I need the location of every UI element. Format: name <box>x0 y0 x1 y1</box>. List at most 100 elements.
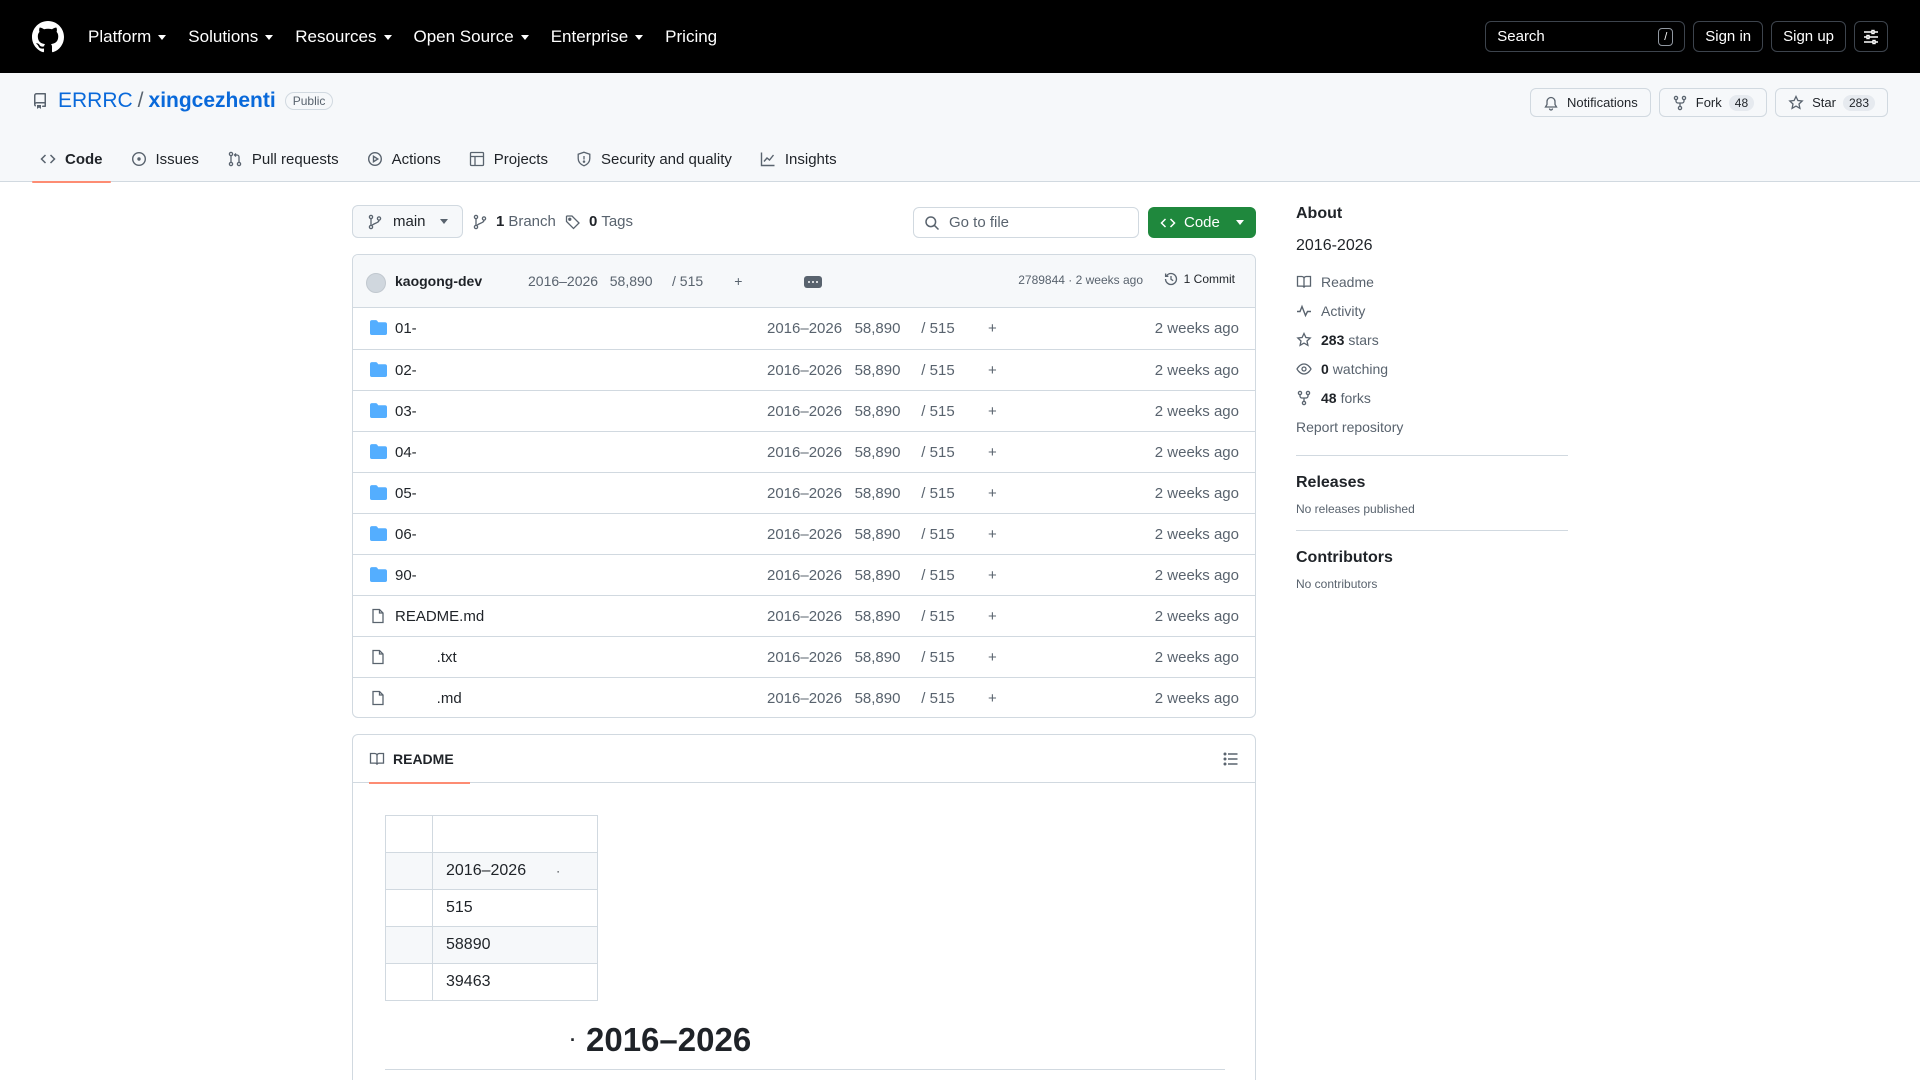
watchers-link[interactable]: 0 watching <box>1296 354 1568 383</box>
avatar[interactable] <box>366 273 386 293</box>
contributors-title[interactable]: Contributors <box>1296 549 1568 567</box>
code-dropdown-button[interactable]: Code <box>1148 207 1256 238</box>
tab-pull-requests[interactable]: Pull requests <box>219 136 347 182</box>
tab-projects[interactable]: Projects <box>461 136 556 182</box>
folder-icon <box>370 403 387 418</box>
readme-link[interactable]: Readme <box>1296 267 1568 296</box>
caret-down-icon <box>635 35 644 40</box>
ellipsis-expand-icon[interactable] <box>804 276 822 288</box>
table-row[interactable]: 04- 2016–2026 58,890 / 515 + 2 weeks ago <box>353 431 1255 472</box>
file-name-link[interactable]: 03- <box>395 403 417 420</box>
file-commit-message[interactable]: 2016–2026 58,890 / 515 + <box>767 567 997 584</box>
notifications-button[interactable]: Notifications <box>1529 88 1651 117</box>
table-row[interactable]: .md 2016–2026 58,890 / 515 + 2 weeks ago <box>353 677 1255 717</box>
folder-icon <box>370 444 387 459</box>
file-name-link[interactable]: 05- <box>395 485 417 502</box>
table-row[interactable]: 02- 2016–2026 58,890 / 515 + 2 weeks ago <box>353 349 1255 390</box>
sign-up-button[interactable]: Sign up <box>1771 21 1846 52</box>
table-row[interactable]: 03- 2016–2026 58,890 / 515 + 2 weeks ago <box>353 390 1255 431</box>
sliders-icon <box>1864 29 1878 44</box>
commit-sha-time[interactable]: 2789844 · 2 weeks ago <box>1018 273 1143 287</box>
file-commit-message[interactable]: 2016–2026 58,890 / 515 + <box>767 362 997 379</box>
table-row <box>385 815 598 853</box>
tab-insights[interactable]: Insights <box>752 136 845 182</box>
commits-history-link[interactable]: 1 Commit <box>1163 271 1235 287</box>
settings-sliders-button[interactable] <box>1854 21 1888 52</box>
report-repository-link[interactable]: Report repository <box>1296 412 1568 441</box>
search-input[interactable]: Search / <box>1485 21 1686 52</box>
file-commit-message[interactable]: 2016–2026 58,890 / 515 + <box>767 320 997 337</box>
file-commit-message[interactable]: 2016–2026 58,890 / 515 + <box>767 403 997 420</box>
forks-link[interactable]: 48 forks <box>1296 383 1568 412</box>
file-name-link[interactable]: README.md <box>395 608 484 625</box>
table-row[interactable]: .txt 2016–2026 58,890 / 515 + 2 weeks ago <box>353 636 1255 677</box>
readme-tab[interactable]: README <box>369 735 470 784</box>
eye-icon <box>1296 362 1312 375</box>
repo-name-link[interactable]: xingcezhenti <box>149 89 276 113</box>
stars-link[interactable]: 283 stars <box>1296 325 1568 354</box>
branches-link[interactable]: 1 Branch <box>472 205 556 238</box>
caret-down-icon <box>439 219 448 224</box>
file-name-link[interactable]: 02- <box>395 362 417 379</box>
table-row[interactable]: 06- 2016–2026 58,890 / 515 + 2 weeks ago <box>353 513 1255 554</box>
nav-enterprise[interactable]: Enterprise <box>550 26 644 47</box>
branch-select-button[interactable]: main <box>352 205 463 238</box>
file-name-link[interactable]: 90- <box>395 567 417 584</box>
nav-open-source[interactable]: Open Source <box>414 27 529 47</box>
table-row[interactable]: 90- 2016–2026 58,890 / 515 + 2 weeks ago <box>353 554 1255 595</box>
caret-down-icon <box>1236 220 1244 225</box>
file-commit-time: 2 weeks ago <box>1154 526 1239 543</box>
activity-link[interactable]: Activity <box>1296 296 1568 325</box>
nav-pricing[interactable]: Pricing <box>665 27 717 47</box>
search-shortcut-key: / <box>1658 27 1674 46</box>
readme-content: 2016–2026 · 515 58890 39463 · 2016–2026 <box>385 815 1225 1070</box>
history-icon <box>1164 272 1177 286</box>
table-cell <box>385 852 433 890</box>
file-name-link[interactable]: 06- <box>395 526 417 543</box>
tab-actions[interactable]: Actions <box>359 136 449 182</box>
file-commit-message[interactable]: 2016–2026 58,890 / 515 + <box>767 649 997 666</box>
file-commit-message[interactable]: 2016–2026 58,890 / 515 + <box>767 690 997 707</box>
fork-icon <box>1297 390 1311 405</box>
tab-code[interactable]: Code <box>32 136 111 183</box>
table-row[interactable]: README.md 2016–2026 58,890 / 515 + 2 weeks… <box>353 595 1255 636</box>
file-commit-message[interactable]: 2016–2026 58,890 / 515 + <box>767 608 997 625</box>
fork-button[interactable]: Fork 48 <box>1658 88 1768 117</box>
file-commit-message[interactable]: 2016–2026 58,890 / 515 + <box>767 485 997 502</box>
sign-in-button[interactable]: Sign in <box>1693 21 1764 52</box>
outline-list-icon[interactable] <box>1223 751 1239 767</box>
watching-count: 0 <box>1321 360 1329 377</box>
tab-security[interactable]: Security and quality <box>568 136 740 182</box>
star-button[interactable]: Star 283 <box>1775 88 1888 117</box>
go-to-file-input[interactable]: Go to file <box>913 207 1139 238</box>
repo-owner-link[interactable]: ERRRC <box>58 89 133 113</box>
nav-resources[interactable]: Resources <box>295 27 392 47</box>
search-icon <box>925 215 940 230</box>
nav-label: Enterprise <box>550 26 629 46</box>
commit-message-link[interactable]: 2016–2026 58,890 / 515 + <box>528 273 742 289</box>
nav-platform[interactable]: Platform <box>88 26 167 47</box>
file-commit-time: 2 weeks ago <box>1154 649 1239 666</box>
forks-count: 48 <box>1321 389 1337 406</box>
tags-link[interactable]: 0 Tags <box>565 205 633 238</box>
tab-label: Security and quality <box>600 150 732 168</box>
file-commit-message[interactable]: 2016–2026 58,890 / 515 + <box>767 526 997 543</box>
table-cell <box>385 963 433 1001</box>
commit-author-link[interactable]: kaogong-dev <box>395 273 482 289</box>
file-name-link[interactable]: .md <box>395 690 462 707</box>
file-name-link[interactable]: 04- <box>395 444 417 461</box>
file-commit-message[interactable]: 2016–2026 58,890 / 515 + <box>767 444 997 461</box>
table-row[interactable]: 01- 2016–2026 58,890 / 515 + 2 weeks ago <box>353 308 1255 349</box>
releases-title[interactable]: Releases <box>1296 474 1568 492</box>
tab-label: Insights <box>784 150 837 168</box>
file-name-link[interactable]: .txt <box>395 649 457 666</box>
branch-name: main <box>393 213 426 230</box>
file-name-link[interactable]: 01- <box>395 320 417 337</box>
code-icon <box>1160 217 1176 228</box>
file-commit-time: 2 weeks ago <box>1154 362 1239 379</box>
nav-solutions[interactable]: Solutions <box>188 27 274 47</box>
nav-label: Platform <box>88 26 152 46</box>
github-logo-icon[interactable] <box>32 20 64 53</box>
tab-issues[interactable]: Issues <box>123 136 207 182</box>
table-row[interactable]: 05- 2016–2026 58,890 / 515 + 2 weeks ago <box>353 472 1255 513</box>
